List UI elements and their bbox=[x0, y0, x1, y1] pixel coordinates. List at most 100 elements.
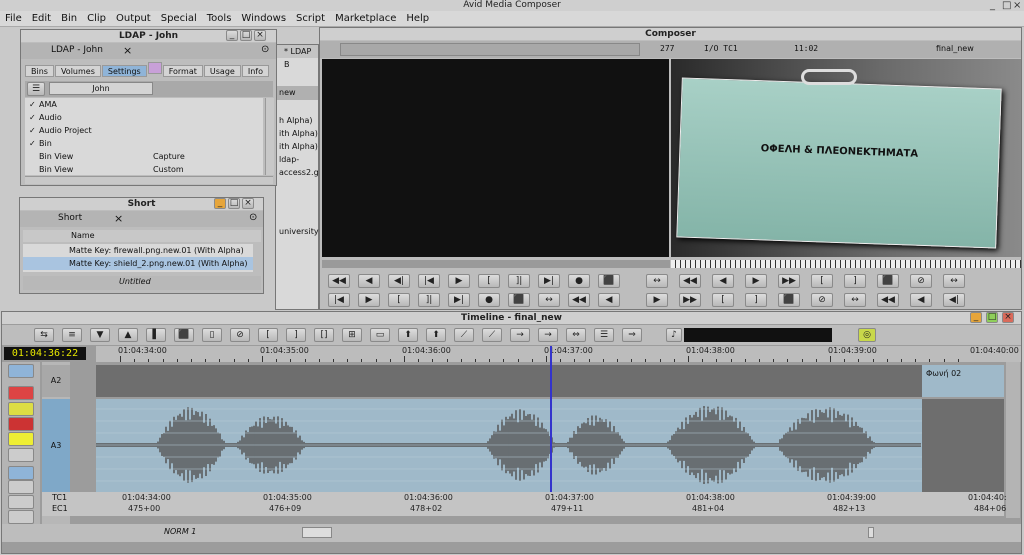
maximize-button[interactable]: □ bbox=[986, 312, 998, 323]
transport-button[interactable]: ]| bbox=[508, 274, 530, 288]
minimize-button[interactable]: _ bbox=[214, 198, 226, 209]
bin-tab[interactable]: * LDAP B bbox=[276, 45, 318, 69]
menu-output[interactable]: Output bbox=[111, 13, 156, 24]
close-button[interactable]: × bbox=[254, 30, 266, 41]
settings-row[interactable]: Bin View Capture bbox=[25, 150, 263, 163]
maximize-button[interactable]: □ bbox=[240, 30, 252, 41]
transport-button[interactable]: ◀ bbox=[598, 293, 620, 307]
transport-button[interactable]: ▶▶ bbox=[778, 274, 800, 288]
minimize-button[interactable]: _ bbox=[226, 30, 238, 41]
timeline-tool-button[interactable]: ≡ bbox=[62, 328, 82, 342]
norm-select[interactable]: NORM 1 bbox=[164, 527, 196, 536]
transport-button[interactable]: ⬛ bbox=[598, 274, 620, 288]
close-icon[interactable]: × bbox=[1013, 0, 1021, 11]
transport-button[interactable]: |◀ bbox=[328, 293, 350, 307]
track-tool-button[interactable] bbox=[8, 402, 34, 416]
timeline-tool-button[interactable]: ⇔ bbox=[566, 328, 586, 342]
menu-icon[interactable]: ⊙ bbox=[261, 44, 269, 55]
timeline-tool-button[interactable]: ⊘ bbox=[230, 328, 250, 342]
transport-button[interactable]: ▶ bbox=[448, 274, 470, 288]
settings-row[interactable]: ✓ Bin bbox=[25, 137, 263, 150]
transport-button[interactable]: ] bbox=[844, 274, 866, 288]
transport-button[interactable]: ▶| bbox=[538, 274, 560, 288]
short-tab-title[interactable]: Short bbox=[58, 213, 82, 223]
timeline-tool-button[interactable]: ⟋ bbox=[482, 328, 502, 342]
transport-button[interactable]: ▶| bbox=[448, 293, 470, 307]
timeline-tool-button[interactable]: ▌ bbox=[146, 328, 166, 342]
menu-tools[interactable]: Tools bbox=[202, 13, 237, 24]
track-tool-button[interactable] bbox=[8, 432, 34, 446]
check-icon[interactable]: ✓ bbox=[29, 98, 39, 111]
menu-file[interactable]: File bbox=[0, 13, 27, 24]
speaker-icon[interactable]: ♪ bbox=[666, 328, 682, 342]
transport-button[interactable]: ▶▶ bbox=[679, 293, 701, 307]
list-item[interactable]: Matte Key: shield_2.png.new.01 (With Alp… bbox=[23, 257, 253, 270]
timeline-tool-button[interactable]: ⬛ bbox=[174, 328, 194, 342]
transport-button[interactable]: ⬛ bbox=[778, 293, 800, 307]
sequence-name[interactable]: final_new bbox=[936, 44, 974, 53]
transport-button[interactable]: ↔ bbox=[646, 274, 668, 288]
timeline-tool-button[interactable]: ⬆ bbox=[426, 328, 446, 342]
maximize-icon[interactable]: □ bbox=[1002, 0, 1011, 11]
ldap-tab-usage[interactable]: Usage bbox=[203, 65, 241, 77]
bin-item[interactable]: ith Alpha) bbox=[279, 127, 318, 140]
track-a2-label[interactable]: A2 bbox=[42, 365, 70, 397]
timeline-tool-button[interactable]: ⇒ bbox=[622, 328, 642, 342]
timeline-tool-button[interactable]: → bbox=[538, 328, 558, 342]
menu-marketplace[interactable]: Marketplace bbox=[330, 13, 401, 24]
transport-button[interactable]: ◀◀ bbox=[568, 293, 590, 307]
bin-item[interactable]: university3.jpg bbox=[279, 225, 339, 238]
record-monitor[interactable]: ΟΦΕΛΗ & ΠΛΕΟΝΕΚΤΗΜΑΤΑ bbox=[671, 59, 1021, 257]
transport-button[interactable]: ⊘ bbox=[910, 274, 932, 288]
menu-icon[interactable]: ⊙ bbox=[249, 212, 257, 223]
transport-button[interactable]: ◀| bbox=[943, 293, 965, 307]
settings-row[interactable]: Bin View Custom bbox=[25, 163, 263, 176]
transport-button[interactable]: ◀◀ bbox=[877, 293, 899, 307]
timeline-tool-button[interactable]: ⇆ bbox=[34, 328, 54, 342]
zoom-slider[interactable] bbox=[302, 527, 332, 538]
transport-button[interactable]: ◀ bbox=[712, 274, 734, 288]
timeline-tool-button[interactable]: ▲ bbox=[118, 328, 138, 342]
column-name[interactable]: Name bbox=[23, 230, 261, 242]
timeline-tool-button[interactable]: [ bbox=[258, 328, 278, 342]
transport-button[interactable]: ◀ bbox=[358, 274, 380, 288]
ldap-tab-format[interactable]: Format bbox=[162, 65, 203, 77]
scroll-handle[interactable] bbox=[868, 527, 874, 538]
source-position-bar[interactable] bbox=[322, 260, 670, 268]
timeline-tool-button[interactable]: ⬆ bbox=[398, 328, 418, 342]
menu-edit[interactable]: Edit bbox=[27, 13, 56, 24]
settings-row[interactable]: ✓ AMA bbox=[25, 98, 263, 111]
bin-item[interactable]: ith Alpha) bbox=[279, 140, 318, 153]
menu-special[interactable]: Special bbox=[156, 13, 202, 24]
track-a3[interactable] bbox=[96, 399, 922, 492]
track-tool-button[interactable] bbox=[8, 364, 34, 378]
transport-button[interactable]: ◀ bbox=[910, 293, 932, 307]
menu-clip[interactable]: Clip bbox=[82, 13, 111, 24]
transport-button[interactable]: ↔ bbox=[538, 293, 560, 307]
settings-row[interactable]: ✓ Audio Project bbox=[25, 124, 263, 137]
settings-hscrollbar[interactable] bbox=[25, 176, 273, 184]
timeline-tool-button[interactable]: ▭ bbox=[370, 328, 390, 342]
transport-button[interactable]: |◀ bbox=[418, 274, 440, 288]
track-a3-empty[interactable] bbox=[922, 399, 1004, 492]
transport-button[interactable]: ◀◀ bbox=[328, 274, 350, 288]
list-view-button[interactable]: ☰ bbox=[27, 82, 45, 96]
settings-scrollbar[interactable] bbox=[265, 98, 274, 175]
ldap-tab-volumes[interactable]: Volumes bbox=[54, 65, 101, 77]
close-button[interactable]: × bbox=[242, 198, 254, 209]
transport-button[interactable]: ↔ bbox=[943, 274, 965, 288]
track-tool-button[interactable] bbox=[8, 480, 34, 494]
track-tool-button[interactable] bbox=[8, 448, 34, 462]
check-icon[interactable]: ✓ bbox=[29, 137, 39, 150]
menu-script[interactable]: Script bbox=[291, 13, 330, 24]
check-icon[interactable]: ✓ bbox=[29, 111, 39, 124]
close-tab-icon[interactable]: × bbox=[123, 44, 132, 57]
timeline-tool-button[interactable]: ▯ bbox=[202, 328, 222, 342]
timeline-tool-button[interactable]: [] bbox=[314, 328, 334, 342]
transport-button[interactable]: ▶ bbox=[745, 274, 767, 288]
ldap-tab-bins[interactable]: Bins bbox=[25, 65, 54, 77]
time-ruler[interactable]: 01:04:34:00 01:04:35:00 01:04:36:00 01:04:3… bbox=[96, 346, 1021, 362]
transport-button[interactable]: [ bbox=[388, 293, 410, 307]
vertical-scrollbar[interactable] bbox=[1006, 362, 1020, 518]
track-a3-label[interactable]: A3 bbox=[42, 399, 70, 492]
